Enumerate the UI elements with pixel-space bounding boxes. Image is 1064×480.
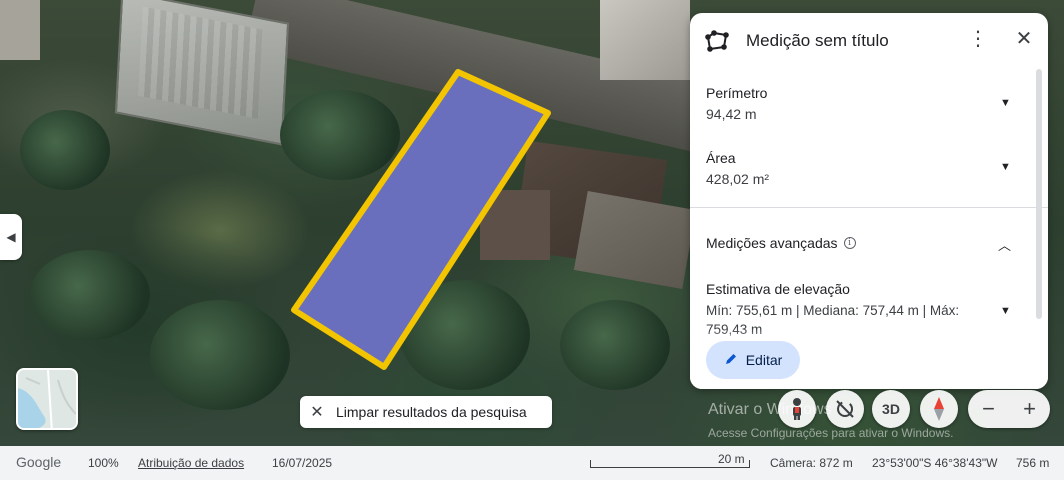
advanced-measurements-label: Medições avançadas: [706, 235, 838, 251]
area-label: Área: [706, 150, 736, 166]
caret-down-icon[interactable]: ▼: [1000, 305, 1012, 317]
divider: [690, 207, 1048, 208]
panel-header: Medição sem título ⋮ ✕: [690, 13, 1048, 69]
data-attribution-link[interactable]: Atribuição de dados: [138, 456, 244, 470]
more-options-icon[interactable]: ⋮: [968, 27, 988, 51]
status-footer: Google 100% Atribuição de dados 16/07/20…: [0, 446, 1064, 480]
chevron-left-icon: ◀: [6, 230, 16, 244]
camera-altitude: Câmera: 872 m: [770, 456, 853, 470]
perimeter-label: Perímetro: [706, 85, 768, 101]
edit-button[interactable]: Editar: [706, 341, 800, 379]
perimeter-value: 94,42 m: [706, 106, 757, 122]
pegman-icon: [793, 398, 801, 420]
minimap[interactable]: [16, 368, 78, 430]
polygon-measure-icon: [704, 29, 730, 58]
rotate-button[interactable]: [826, 390, 864, 428]
google-logo: Google: [16, 454, 62, 470]
area-value: 428,02 m²: [706, 171, 770, 187]
area-row[interactable]: Área 428,02 m²: [706, 150, 1006, 187]
caret-down-icon[interactable]: ▼: [1000, 97, 1012, 109]
ground-elevation: 756 m: [1016, 456, 1050, 470]
minimap-map-icon: [18, 370, 76, 428]
advanced-measurements-header[interactable]: Medições avançadas i: [706, 235, 856, 251]
elevation-label: Estimativa de elevação: [706, 281, 850, 297]
panel-scrollbar[interactable]: [1036, 69, 1042, 319]
zoom-control: − +: [968, 390, 1050, 428]
measurement-panel: Medição sem título ⋮ ✕ Perímetro 94,42 m…: [690, 13, 1048, 389]
compass-icon: [934, 397, 944, 421]
zoom-out-button[interactable]: −: [968, 390, 1009, 428]
scale-bar: [590, 460, 750, 468]
perimeter-row[interactable]: Perímetro 94,42 m: [706, 85, 1006, 122]
panel-title[interactable]: Medição sem título: [746, 31, 889, 51]
windows-activation-subtitle: Acesse Configurações para ativar o Windo…: [708, 426, 954, 440]
3d-label: 3D: [882, 401, 900, 417]
clear-search-label: Limpar resultados da pesquisa: [336, 404, 527, 420]
pencil-icon: [724, 352, 738, 369]
3d-view-button[interactable]: 3D: [872, 390, 910, 428]
zoom-in-button[interactable]: +: [1009, 390, 1050, 428]
info-icon[interactable]: i: [843, 237, 856, 249]
coordinates: 23°53'00"S 46°38'43"W: [872, 456, 998, 470]
caret-down-icon[interactable]: ▼: [1000, 161, 1012, 173]
pegman-button[interactable]: [778, 390, 816, 428]
imagery-date: 16/07/2025: [272, 456, 333, 470]
chevron-up-icon[interactable]: ︿: [998, 235, 1011, 254]
edit-button-label: Editar: [745, 352, 783, 368]
close-icon: ✕: [310, 404, 324, 421]
compass-button[interactable]: [920, 390, 958, 428]
clear-search-results-chip[interactable]: ✕ Limpar resultados da pesquisa: [300, 396, 552, 428]
close-panel-icon[interactable]: ✕: [1013, 27, 1035, 51]
rotate-disabled-icon: [836, 400, 854, 418]
zoom-percent: 100%: [88, 456, 119, 470]
side-panel-toggle[interactable]: ◀: [0, 214, 22, 260]
